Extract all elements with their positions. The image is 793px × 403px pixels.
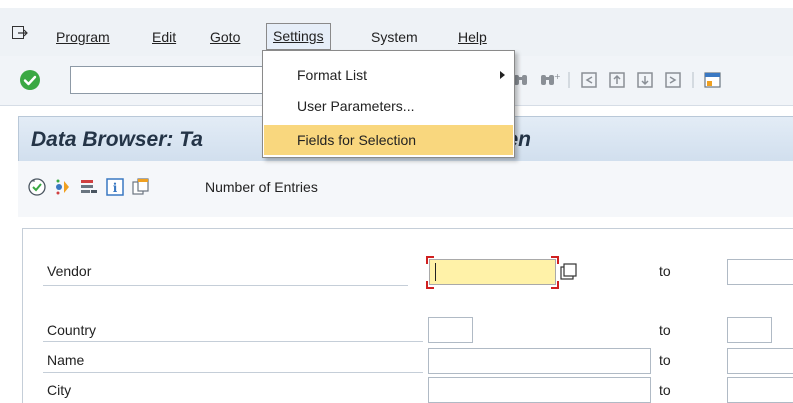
text-caret [435, 263, 436, 281]
menu-settings[interactable]: Settings [266, 23, 331, 50]
name-low-input[interactable] [428, 348, 651, 374]
vendor-to-label: to [659, 263, 671, 279]
menu-item-user-parameters[interactable]: User Parameters... [264, 91, 513, 121]
separator-icon [568, 72, 570, 88]
submenu-arrow-icon [500, 71, 505, 79]
country-high-input[interactable] [727, 317, 772, 343]
menu-help[interactable]: Help [452, 27, 493, 51]
previous-page-icon[interactable] [606, 69, 628, 91]
first-page-icon[interactable] [578, 69, 600, 91]
enter-check-icon[interactable] [19, 69, 41, 91]
selection-screen: Vendor to Country to Name to City to [22, 228, 793, 403]
focus-corner [426, 281, 434, 289]
focus-corner [551, 256, 559, 264]
menu-system[interactable]: System [365, 27, 424, 51]
city-low-input[interactable] [428, 377, 651, 403]
exit-icon[interactable] [12, 26, 28, 40]
vendor-low-input[interactable] [429, 259, 556, 285]
country-low-input[interactable] [428, 317, 473, 343]
menu-program[interactable]: Program [50, 27, 116, 51]
copy-icon[interactable] [132, 178, 150, 196]
divider [43, 285, 408, 286]
command-field[interactable] [70, 66, 270, 94]
selection-options-icon[interactable] [54, 178, 72, 196]
delete-selection-icon[interactable] [80, 178, 98, 196]
city-to-label: to [659, 382, 671, 398]
separator-icon [692, 72, 694, 88]
country-label: Country [47, 322, 97, 338]
menu-goto[interactable]: Goto [204, 27, 246, 51]
name-label: Name [47, 352, 85, 368]
svg-text:i: i [113, 181, 118, 195]
execute-icon[interactable] [28, 178, 46, 196]
menu-edit[interactable]: Edit [146, 27, 182, 51]
find-next-icon[interactable]: + [538, 69, 560, 91]
application-toolbar: i Number of Entries [18, 161, 793, 217]
info-icon[interactable]: i [106, 178, 124, 196]
menu-bar: Program Edit Goto Settings System Help [0, 0, 793, 56]
focus-corner [551, 281, 559, 289]
vendor-high-input[interactable] [727, 259, 793, 285]
multiple-selection-icon[interactable] [560, 263, 578, 281]
name-high-input[interactable] [727, 348, 793, 374]
focus-corner [426, 256, 434, 264]
menu-item-format-list[interactable]: Format List [264, 60, 513, 90]
name-to-label: to [659, 352, 671, 368]
next-page-icon[interactable] [634, 69, 656, 91]
settings-menu: Format List User Parameters... Fields fo… [262, 50, 515, 158]
divider [43, 341, 423, 342]
city-high-input[interactable] [727, 377, 793, 403]
number-of-entries-button[interactable]: Number of Entries [205, 179, 318, 195]
divider [43, 372, 423, 373]
country-to-label: to [659, 322, 671, 338]
create-session-icon[interactable] [702, 69, 724, 91]
city-label: City [47, 382, 72, 398]
svg-text:+: + [554, 72, 560, 81]
menu-item-fields-for-selection[interactable]: Fields for Selection [264, 125, 513, 155]
vendor-label: Vendor [47, 263, 92, 279]
last-page-icon[interactable] [662, 69, 684, 91]
